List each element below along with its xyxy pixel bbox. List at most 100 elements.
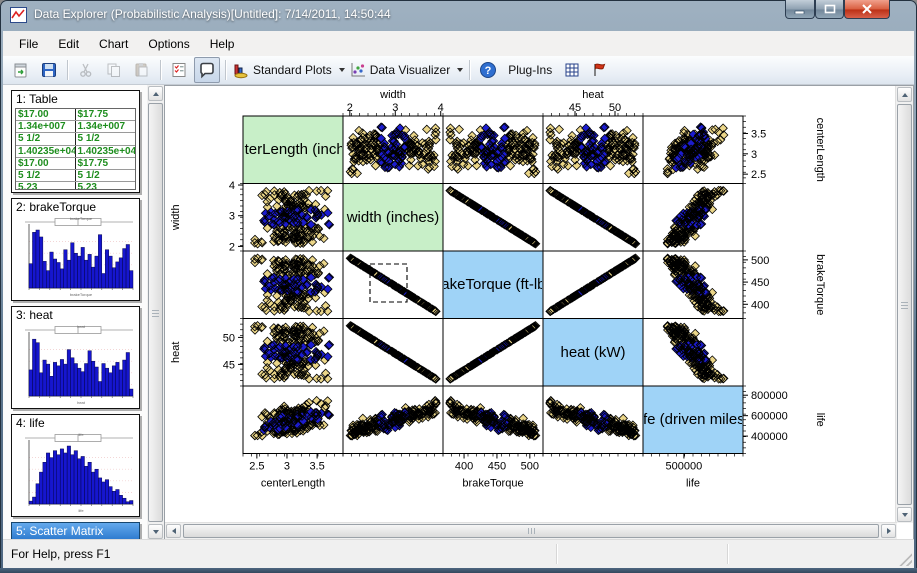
save-button[interactable] [36,57,62,83]
resize-grip-icon[interactable] [899,553,912,566]
thumbnail-table[interactable]: 1: Table $17.00$17.751.34e+0071.34e+0075… [11,90,140,193]
comment-button[interactable] [194,57,220,83]
help-icon: ? [479,61,497,79]
svg-text:500: 500 [521,461,539,473]
svg-text:brakeTorque: brakeTorque [462,478,523,490]
toolbar-separator [67,60,68,80]
status-bar: For Help, press F1 [3,539,914,568]
scroll-right-icon[interactable] [881,524,896,538]
svg-text:45: 45 [569,102,581,114]
svg-text:3.5: 3.5 [751,128,766,140]
scroll-down-icon[interactable] [897,507,912,522]
chart-vertical-scrollbar[interactable] [895,86,913,523]
scroll-down-icon[interactable] [148,524,163,539]
thumbnail-heat-hist[interactable]: 3: heat heatheat [11,306,140,409]
paste-button[interactable] [129,57,155,83]
svg-text:500000: 500000 [666,461,703,473]
checklist-icon [170,61,188,79]
open-icon [12,61,30,79]
menu-chart[interactable]: Chart [89,33,138,55]
maximize-button[interactable] [815,0,844,19]
table-row: 5 1/25 1/2 [16,133,135,145]
table-row: 5.235.23 [16,182,135,190]
svg-text:50: 50 [223,332,235,344]
cut-button[interactable] [73,57,99,83]
menu-help[interactable]: Help [200,33,245,55]
svg-text:heat: heat [170,342,182,363]
standard-plots-button[interactable]: Standard Plots [231,57,346,83]
table-row: 5 1/25 1/2 [16,170,135,182]
close-button[interactable] [844,0,890,19]
svg-text:?: ? [485,65,492,77]
menu-edit[interactable]: Edit [48,33,89,55]
svg-text:life: life [78,432,84,437]
table-preview: $17.00$17.751.34e+0071.34e+0075 1/25 1/2… [15,108,136,190]
svg-text:45: 45 [223,359,235,371]
svg-text:life: life [686,478,700,490]
sidebar-scrollbar-thumb[interactable] [148,103,163,522]
svg-text:heat: heat [77,400,86,405]
thumbnail-braketorque-hist[interactable]: 2: brakeTorque brakeTorquebrakeTorque [11,198,140,301]
svg-text:600000: 600000 [751,411,788,423]
menu-bar: File Edit Chart Options Help [3,31,914,56]
chart-horizontal-scrollbar[interactable] [165,522,897,539]
plugins-label[interactable]: Plug-Ins [508,63,552,77]
svg-text:2.5: 2.5 [249,461,264,473]
svg-text:3.5: 3.5 [309,461,324,473]
diag-label-centerLength: centerLength (inches) [244,117,342,183]
minimize-button[interactable] [785,0,815,19]
svg-text:50: 50 [609,102,621,114]
chart-vscroll-thumb[interactable] [897,104,912,505]
status-pane [728,540,914,568]
svg-text:width: width [170,204,182,231]
svg-text:heat: heat [582,89,603,101]
svg-text:3: 3 [284,461,290,473]
toolbar: Standard Plots Data Visualizer ? Plug-In… [3,56,914,85]
svg-text:2: 2 [229,241,235,253]
paste-icon [133,61,151,79]
thumbnail-title: 3: heat [12,307,139,324]
svg-text:400: 400 [455,461,473,473]
svg-text:450: 450 [488,461,506,473]
open-button[interactable] [8,57,34,83]
app-icon [10,7,27,23]
sidebar-scrollbar[interactable] [147,85,164,540]
menu-file[interactable]: File [9,33,48,55]
dropdown-arrow-icon [457,68,463,72]
save-icon [40,61,58,79]
scatter-plot-icon [349,61,367,79]
svg-text:width: width [379,89,406,101]
comment-bubble-icon [198,61,216,79]
table-row: 1.34e+0071.34e+007 [16,121,135,133]
flag-button[interactable] [587,57,613,83]
content-area: 1: Table $17.00$17.751.34e+0071.34e+0075… [3,85,914,540]
thumbnail-title: 2: brakeTorque [12,199,139,216]
thumbnail-title: 5: Scatter Matrix [12,523,139,539]
scroll-up-icon[interactable] [897,87,912,102]
menu-options[interactable]: Options [138,33,199,55]
scroll-left-icon[interactable] [166,524,181,538]
app-window: Data Explorer (Probabilistic Analysis)[U… [0,0,917,573]
scroll-up-icon[interactable] [148,86,163,101]
window-title: Data Explorer (Probabilistic Analysis)[U… [34,7,391,21]
data-visualizer-label: Data Visualizer [370,63,450,77]
thumbnail-life-hist[interactable]: 4: life lifelife [11,414,140,517]
svg-text:brakeTorque: brakeTorque [814,254,826,315]
help-button[interactable]: ? [475,57,501,83]
svg-text:2.5: 2.5 [751,169,766,181]
svg-text:centerLength: centerLength [261,478,325,490]
table-row: 1.40235e+0411.40235e+041 [16,146,135,158]
checklist-button[interactable] [166,57,192,83]
chart-hscroll-thumb[interactable] [183,524,879,538]
svg-text:500: 500 [751,255,769,267]
matrix-grid-button[interactable] [559,57,585,83]
toolbar-separator [225,60,226,80]
svg-text:3: 3 [392,102,398,114]
table-row: $17.00$17.75 [16,158,135,170]
thumbnail-scatter-matrix-selected[interactable]: 5: Scatter Matrix [11,522,140,539]
table-row: $17.00$17.75 [16,109,135,121]
data-visualizer-button[interactable]: Data Visualizer [348,57,464,83]
copy-button[interactable] [101,57,127,83]
title-bar[interactable]: Data Explorer (Probabilistic Analysis)[U… [0,0,917,30]
chart-canvas[interactable]: width234heat45502.533.5centerLength40045… [164,85,914,540]
